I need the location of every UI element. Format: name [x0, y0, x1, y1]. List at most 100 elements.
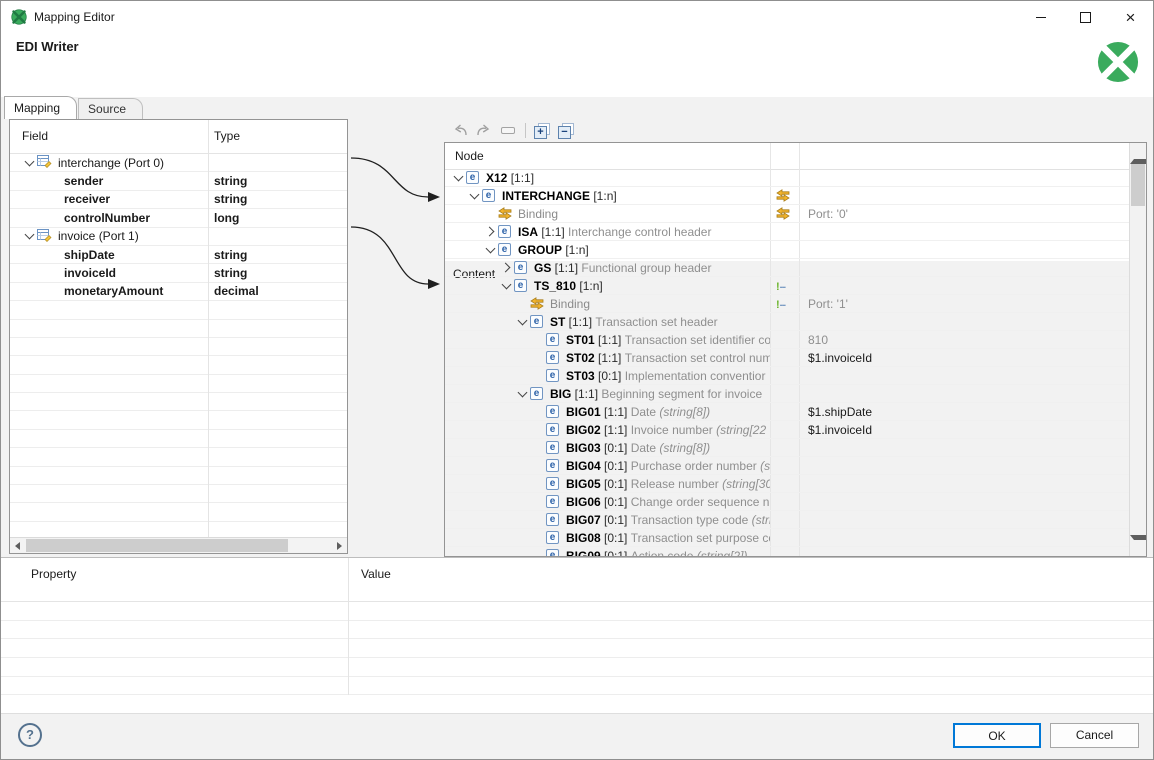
close-button[interactable]: ×	[1108, 1, 1153, 33]
binding-badge-cell	[771, 367, 800, 384]
tree-row[interactable]: eBIG03 [0:1] Date (string[8])	[445, 439, 1129, 457]
field-row[interactable]: interchange (Port 0)	[10, 154, 347, 172]
node-datatype: (string[2])	[693, 549, 747, 557]
scroll-up-icon[interactable]	[1130, 143, 1146, 159]
tree-node-cell: eISA [1:1] Interchange control header	[445, 223, 771, 240]
empty-row	[10, 448, 347, 466]
binding-badge-cell	[771, 205, 800, 222]
tab-mapping[interactable]: Mapping	[4, 96, 77, 119]
tree-node-cell: eBIG06 [0:1] Change order sequence nu	[445, 493, 771, 510]
tree-row[interactable]: BindingPort: '0'	[445, 205, 1129, 223]
tree-row[interactable]: eBIG06 [0:1] Change order sequence nu	[445, 493, 1129, 511]
content-cell: $1.invoiceId	[800, 351, 1129, 365]
binding-badge-cell	[771, 421, 800, 438]
field-row[interactable]: invoice (Port 1)	[10, 228, 347, 246]
field-row[interactable]: controlNumberlong	[10, 209, 347, 227]
tree-row[interactable]: eBIG [1:1] Beginning segment for invoice	[445, 385, 1129, 403]
tree-row[interactable]: eBIG07 [0:1] Transaction type code (stri	[445, 511, 1129, 529]
node-description: Date	[627, 441, 656, 455]
ok-button[interactable]: OK	[953, 723, 1041, 748]
remove-mapping-icon[interactable]	[501, 127, 515, 134]
scroll-down-icon[interactable]	[1130, 540, 1146, 556]
fields-horizontal-scrollbar[interactable]	[10, 537, 347, 553]
expand-all-icon[interactable]: +	[534, 123, 550, 139]
chevron-down-icon[interactable]	[21, 161, 37, 165]
scrollbar-thumb[interactable]	[1131, 164, 1145, 206]
cancel-button[interactable]: Cancel	[1050, 723, 1139, 748]
chevron-down-icon[interactable]	[498, 284, 514, 288]
collapse-all-icon[interactable]: −	[558, 123, 574, 139]
tree-row[interactable]: eBIG09 [0:1] Action code (string[2])	[445, 547, 1129, 556]
node-name: INTERCHANGE	[502, 189, 590, 203]
node-description: Transaction set header	[592, 315, 718, 329]
tab-source[interactable]: Source	[78, 98, 143, 119]
element-icon: e	[546, 531, 559, 544]
binding-badge-cell: !--	[771, 277, 800, 294]
chevron-down-icon[interactable]	[450, 176, 466, 180]
tree-row[interactable]: eBIG05 [0:1] Release number (string[30	[445, 475, 1129, 493]
map-arrow-right-icon[interactable]	[476, 123, 493, 138]
tree-vertical-scrollbar[interactable]	[1129, 143, 1146, 556]
tree-row[interactable]: eBIG01 [1:1] Date (string[8])$1.shipDate	[445, 403, 1129, 421]
chevron-right-icon[interactable]	[498, 264, 514, 271]
chevron-down-icon[interactable]	[514, 392, 530, 396]
tree-row[interactable]: eST02 [1:1] Transaction set control num$…	[445, 349, 1129, 367]
tree-row[interactable]: eBIG04 [0:1] Purchase order number (st	[445, 457, 1129, 475]
tree-row[interactable]: eST01 [1:1] Transaction set identifier c…	[445, 331, 1129, 349]
scroll-left-icon[interactable]	[10, 538, 25, 553]
field-row[interactable]: monetaryAmountdecimal	[10, 283, 347, 301]
chevron-right-icon[interactable]	[482, 228, 498, 235]
tree-row[interactable]: eBIG02 [1:1] Invoice number (string[22$1…	[445, 421, 1129, 439]
tree-row[interactable]: eISA [1:1] Interchange control header	[445, 223, 1129, 241]
chevron-down-icon[interactable]	[482, 248, 498, 252]
tree-row[interactable]: eST03 [0:1] Implementation conventior	[445, 367, 1129, 385]
node-description: Beginning segment for invoice	[598, 387, 762, 401]
tree-row[interactable]: eST [1:1] Transaction set header	[445, 313, 1129, 331]
chevron-down-icon[interactable]	[21, 234, 37, 238]
property-row	[1, 621, 1153, 640]
content-cell: Port: '1'	[800, 297, 1129, 311]
help-button[interactable]: ?	[18, 723, 42, 747]
tree-row[interactable]: Binding!--Port: '1'	[445, 295, 1129, 313]
node-cardinality: [1:1]	[551, 261, 578, 275]
tree-node-cell: eST01 [1:1] Transaction set identifier c…	[445, 331, 771, 348]
tree-row[interactable]: eGROUP [1:n]	[445, 241, 1129, 259]
map-arrow-left-icon[interactable]	[451, 123, 468, 138]
titlebar: Mapping Editor ×	[1, 1, 1153, 33]
tree-row[interactable]: eX12 [1:1]	[445, 169, 1129, 187]
scroll-right-icon[interactable]	[332, 538, 347, 553]
properties-header: Property Value	[1, 558, 1153, 602]
tree-row[interactable]: eTS_810 [1:n]!--	[445, 277, 1129, 295]
field-row[interactable]: shipDatestring	[10, 246, 347, 264]
toolbar-separator	[525, 123, 526, 138]
node-description: Transaction set purpose cc	[627, 531, 771, 545]
record-node: interchange (Port 0)	[21, 154, 164, 171]
minimize-button[interactable]	[1018, 1, 1063, 33]
tree-row[interactable]: eBIG08 [0:1] Transaction set purpose cc	[445, 529, 1129, 547]
maximize-button[interactable]	[1063, 1, 1108, 33]
dialog-footer: ? OK Cancel	[1, 713, 1153, 760]
node-name: BIG05	[566, 477, 601, 491]
chevron-down-icon[interactable]	[514, 320, 530, 324]
empty-row	[10, 467, 347, 485]
tree-row[interactable]: eINTERCHANGE [1:n]	[445, 187, 1129, 205]
field-type: string	[214, 248, 247, 262]
node-datatype: (string[30	[719, 477, 771, 491]
node-name: ST03	[566, 369, 595, 383]
binding-badge-cell	[771, 547, 800, 556]
node-description: Action code	[627, 549, 693, 557]
property-row	[1, 602, 1153, 621]
field-row[interactable]: receiverstring	[10, 191, 347, 209]
binding-badge-cell	[771, 457, 800, 474]
close-icon: ×	[1126, 9, 1136, 26]
content-value: Port: '1'	[808, 297, 848, 311]
node-name: BIG03	[566, 441, 601, 455]
column-header-field: Field	[22, 129, 48, 143]
field-row[interactable]: senderstring	[10, 172, 347, 190]
chevron-down-icon[interactable]	[466, 194, 482, 198]
tree-header: Node Content	[445, 143, 1146, 170]
binding-badge-cell	[771, 385, 800, 402]
field-row[interactable]: invoiceIdstring	[10, 264, 347, 282]
tree-row[interactable]: eGS [1:1] Functional group header	[445, 259, 1129, 277]
scrollbar-thumb[interactable]	[26, 539, 288, 552]
